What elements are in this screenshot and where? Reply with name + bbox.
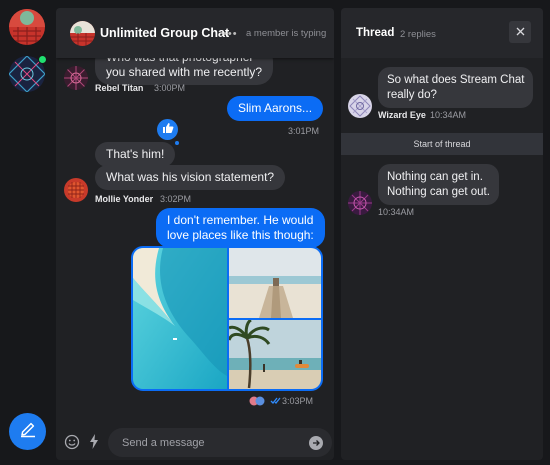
reaction-tail [175, 141, 179, 145]
message-author: Mollie Yonder [95, 194, 154, 204]
avatar-wizard-eye[interactable] [348, 94, 372, 118]
read-receipt-avatars[interactable] [249, 396, 265, 408]
message-time: 3:01PM [288, 126, 320, 136]
message-text: That's him! [106, 147, 165, 161]
message-time: 10:34AM [378, 207, 415, 217]
message-text: I don't remember. He would [167, 213, 314, 227]
message-text: really do? [387, 88, 437, 101]
chat-header: Unlimited Group Chat ••• a member is typ… [56, 8, 334, 58]
thread-reply-message[interactable]: Nothing can get in. Nothing can get out. [378, 164, 499, 205]
group-avatar [70, 21, 95, 46]
avatar-rebel-titan[interactable] [64, 66, 88, 90]
online-indicator [38, 55, 47, 64]
message-time: 3:00PM [154, 83, 186, 93]
compose-button[interactable] [9, 413, 46, 450]
message-time: 3:02PM [160, 194, 192, 204]
double-check-icon [270, 396, 282, 407]
thread-panel: Thread 2 replies So what does Stream Cha… [341, 8, 543, 460]
image-gallery[interactable] [131, 246, 323, 391]
channel-avatar-1[interactable] [9, 9, 45, 45]
message-text: love places like this though: [167, 228, 314, 242]
thumbs-up-icon [162, 121, 174, 139]
reaction-badge[interactable] [157, 119, 178, 140]
message-text: What was his vision statement? [106, 170, 275, 184]
send-button[interactable] [309, 436, 323, 450]
thread-parent-message[interactable]: So what does Stream Chat really do? [378, 67, 534, 108]
channel-rail [0, 0, 52, 465]
thread-header: Thread 2 replies [341, 8, 543, 58]
message-text: Slim Aarons... [238, 101, 313, 115]
pencil-icon [19, 420, 37, 443]
message-bubble-sent[interactable]: I don't remember. He would love places l… [156, 208, 325, 248]
thread-start-divider: Start of thread [341, 133, 543, 155]
message-time: 3:03PM [282, 396, 314, 406]
avatar-thread-replier[interactable] [348, 191, 372, 215]
message-text: So what does Stream Chat [387, 74, 525, 86]
message-time: 10:34AM [430, 110, 467, 120]
typing-indicator-text: a member is typing [246, 28, 327, 39]
message-text: Nothing can get out. [387, 185, 490, 198]
thread-reply-count: 2 replies [400, 29, 436, 40]
message-text: you shared with me recently? [106, 65, 263, 79]
thread-title: Thread [356, 27, 395, 39]
message-bubble[interactable]: That's him! [95, 142, 176, 167]
gallery-photo-palm-beach[interactable] [229, 320, 321, 389]
message-author: Wizard Eye [378, 110, 426, 120]
lightning-icon[interactable] [89, 434, 99, 454]
chat-title: Unlimited Group Chat [100, 26, 230, 40]
avatar-mollie-yonder[interactable] [64, 178, 88, 202]
message-bubble[interactable]: What was his vision statement? [95, 165, 286, 190]
gallery-photo-pier[interactable] [229, 248, 321, 318]
message-author: Rebel Titan [95, 83, 144, 93]
close-icon [516, 23, 525, 41]
message-bubble-sent[interactable]: Slim Aarons... [227, 96, 324, 121]
close-thread-button[interactable] [509, 21, 531, 43]
typing-indicator-dots: ••• [223, 28, 238, 40]
chat-panel: Unlimited Group Chat ••• a member is typ… [56, 8, 334, 460]
message-composer [56, 425, 334, 460]
message-input[interactable] [108, 428, 332, 457]
gallery-photo-aerial-beach[interactable] [133, 248, 227, 389]
send-arrow-icon [312, 434, 320, 452]
emoji-icon[interactable] [64, 434, 80, 455]
message-text: Nothing can get in. [387, 171, 483, 183]
